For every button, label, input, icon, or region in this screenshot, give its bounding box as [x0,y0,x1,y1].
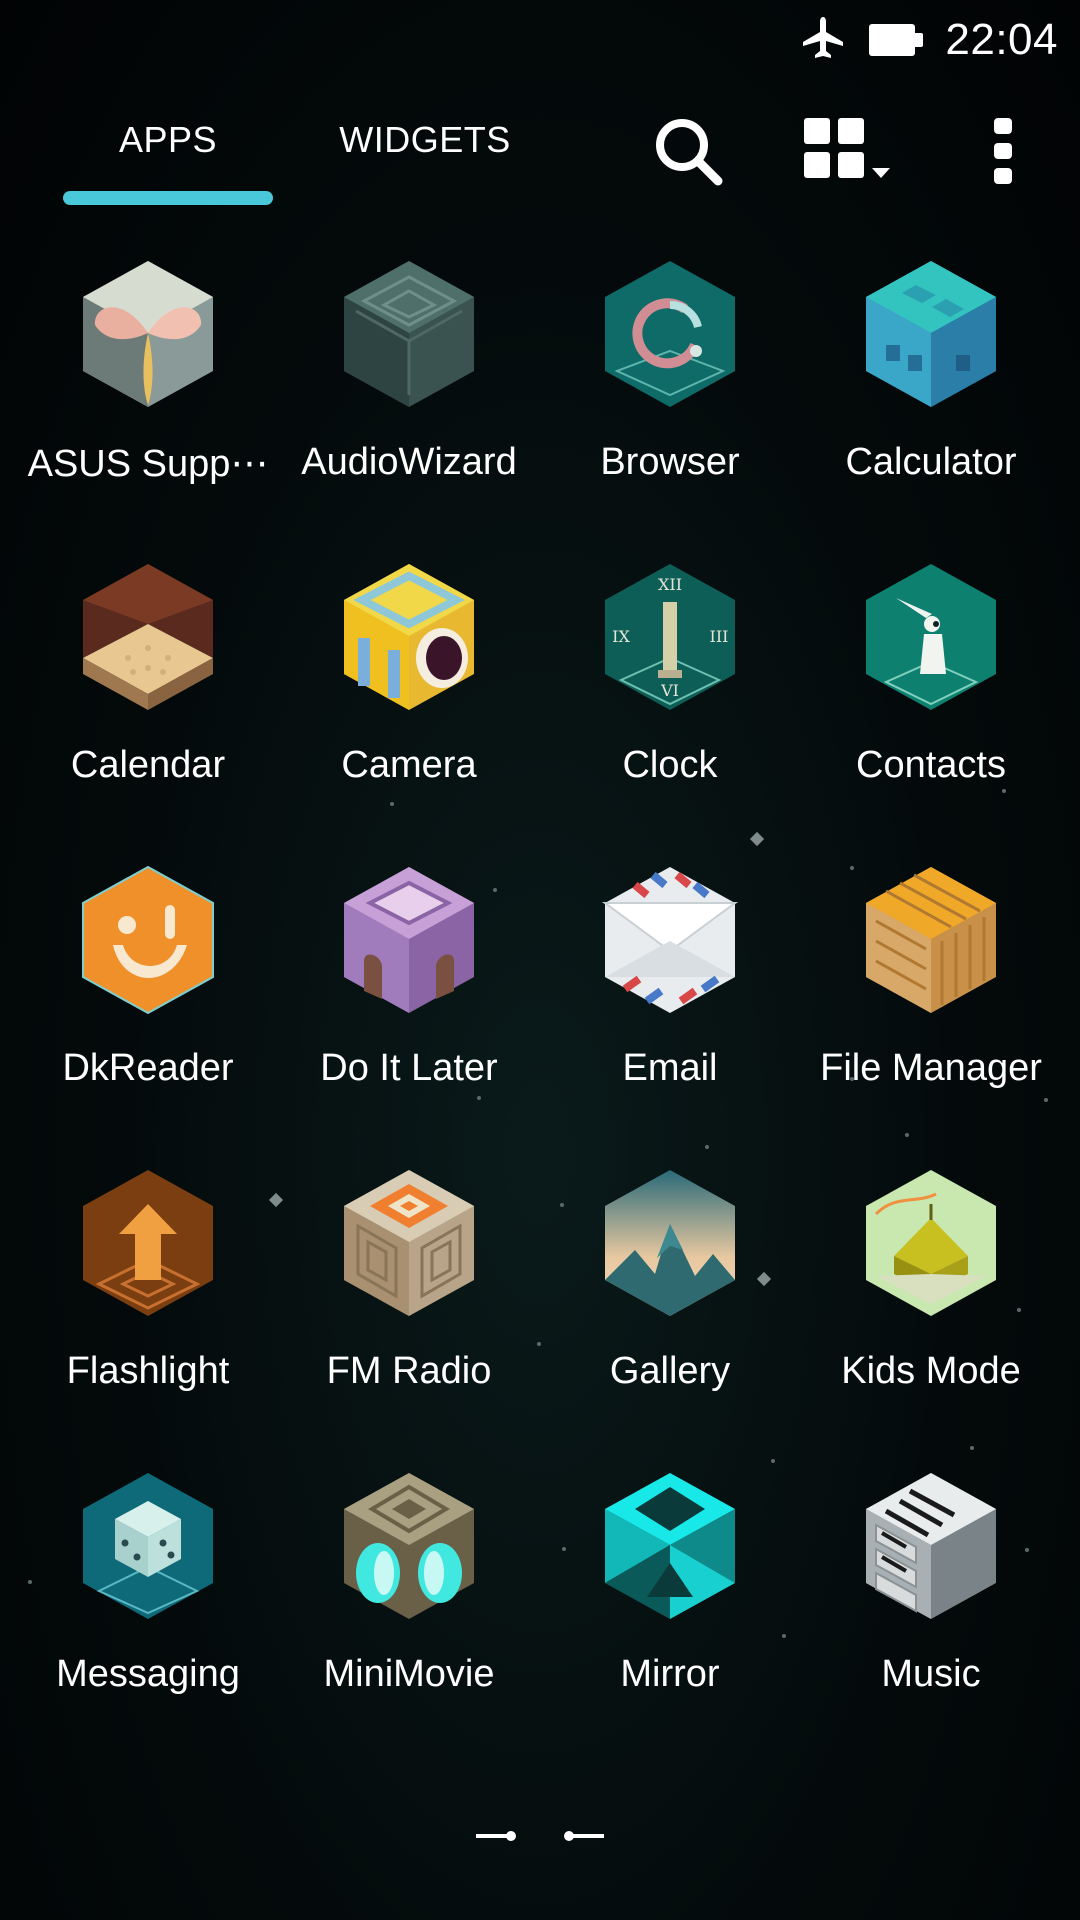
camera-icon [334,558,484,716]
tab-apps-label: APPS [118,119,218,160]
dkreader-icon [73,861,223,1019]
grid-layout-icon [802,116,894,191]
app-label: Do It Later [320,1047,498,1089]
app-messaging[interactable]: Messaging [18,1467,278,1717]
calculator-icon [856,255,1006,413]
tab-widgets[interactable]: WIDGETS [320,105,530,205]
svg-text:IX: IX [612,627,630,646]
fm-radio-icon [334,1164,484,1322]
page-indicator-1[interactable] [476,1831,516,1841]
search-button[interactable] [640,105,736,201]
more-options-button[interactable] [955,105,1051,201]
app-label: Messaging [56,1653,240,1695]
app-label: Email [622,1047,718,1089]
app-flashlight[interactable]: Flashlight [18,1164,278,1414]
app-label: Flashlight [66,1350,230,1392]
app-audiowizard[interactable]: AudioWizard [279,255,539,505]
app-label: Gallery [609,1350,731,1392]
gallery-icon [595,1164,745,1322]
airplane-icon [799,14,847,67]
music-icon [856,1467,1006,1625]
app-mirror[interactable]: Mirror [540,1467,800,1717]
app-label: MiniMovie [323,1653,495,1695]
app-label: Camera [341,744,477,786]
svg-text:VI: VI [660,681,679,700]
flashlight-icon [73,1164,223,1322]
file-manager-icon [856,861,1006,1019]
email-icon [595,861,745,1019]
contacts-icon [856,558,1006,716]
page-indicator [0,1822,1080,1852]
app-music[interactable]: Music [801,1467,1061,1717]
status-bar: 22:04 [0,0,1080,80]
app-kids-mode[interactable]: Kids Mode [801,1164,1061,1414]
app-label: AudioWizard [301,441,517,483]
app-calculator[interactable]: Calculator [801,255,1061,505]
more-vertical-icon [991,116,1015,191]
minimovie-icon [334,1467,484,1625]
app-label: Kids Mode [841,1350,1021,1392]
view-layout-button[interactable] [800,105,896,201]
app-label: ASUS Supp⋯ [27,443,269,485]
app-label: Calendar [70,744,226,786]
asus-support-icon [73,255,223,413]
app-email[interactable]: Email [540,861,800,1111]
tab-widgets-label: WIDGETS [339,119,511,160]
browser-icon [595,255,745,413]
svg-text:XII: XII [658,575,682,594]
app-label: Clock [622,744,718,786]
do-it-later-icon [334,861,484,1019]
messaging-icon [73,1467,223,1625]
app-gallery[interactable]: Gallery [540,1164,800,1414]
app-label: Calculator [845,441,1017,483]
app-do-it-later[interactable]: Do It Later [279,861,539,1111]
status-time: 22:04 [945,15,1058,64]
app-calendar[interactable]: Calendar [18,558,278,808]
app-minimovie[interactable]: MiniMovie [279,1467,539,1717]
app-label: FM Radio [326,1350,492,1392]
tab-apps[interactable]: APPS [63,105,273,205]
app-browser[interactable]: Browser [540,255,800,505]
svg-text:III: III [710,627,729,646]
calendar-icon [73,558,223,716]
app-label: Contacts [856,744,1006,786]
app-label: File Manager [820,1047,1042,1089]
page-indicator-2[interactable] [564,1831,604,1841]
app-contacts[interactable]: Contacts [801,558,1061,808]
clock-icon: XII IX III VI [595,558,745,716]
app-file-manager[interactable]: File Manager [801,861,1061,1111]
app-dkreader[interactable]: DkReader [18,861,278,1111]
app-drawer-toolbar: APPS WIDGETS [0,95,1080,205]
app-asus-support[interactable]: ASUS Supp⋯ [18,255,278,505]
app-camera[interactable]: Camera [279,558,539,808]
mirror-icon [595,1467,745,1625]
kids-mode-icon [856,1164,1006,1322]
app-fm-radio[interactable]: FM Radio [279,1164,539,1414]
search-icon [651,114,725,193]
audiowizard-icon [334,255,484,413]
app-label: Browser [600,441,740,483]
app-label: Mirror [620,1653,720,1695]
battery-icon [869,24,924,56]
app-label: Music [881,1653,981,1695]
app-label: DkReader [62,1047,234,1089]
tab-selected-indicator [63,191,273,205]
app-clock[interactable]: XII IX III VI Clock [540,558,800,808]
